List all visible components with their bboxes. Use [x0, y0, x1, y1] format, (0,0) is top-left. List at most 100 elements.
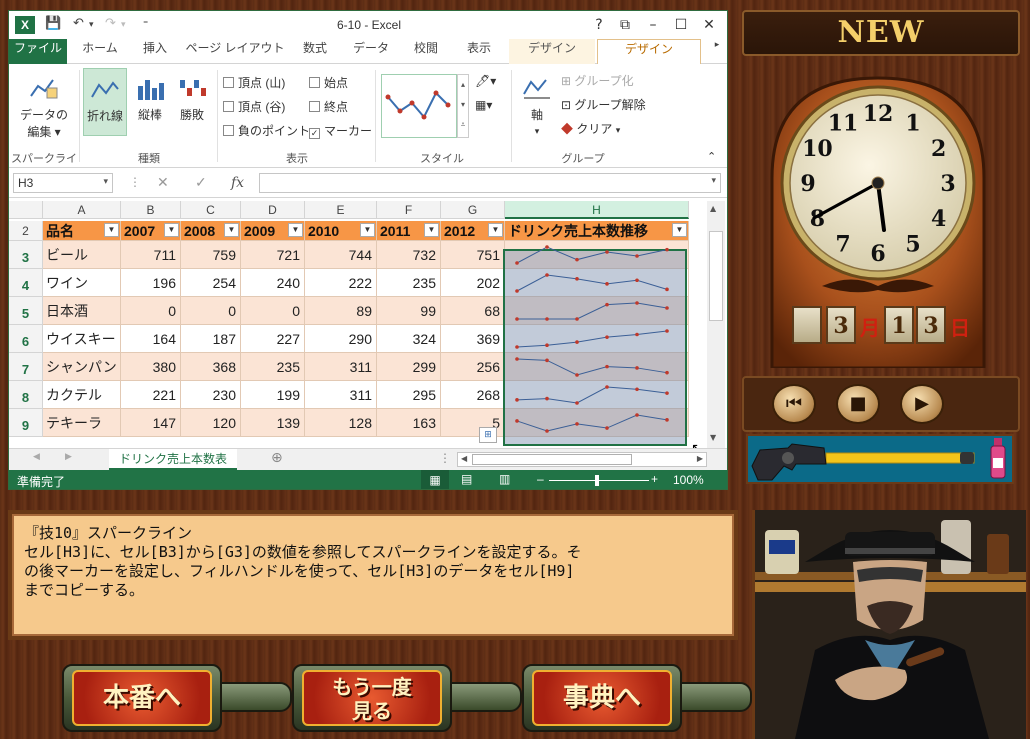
zoom-slider[interactable] [549, 480, 649, 481]
type-line-button[interactable]: 折れ線 [83, 68, 127, 136]
table-cell-value[interactable]: 759 [181, 241, 241, 269]
sparkline-style-gallery[interactable] [381, 74, 457, 138]
filter-dropdown-icon[interactable]: ▼ [360, 223, 375, 237]
scroll-up-icon[interactable]: ▲ [710, 204, 716, 213]
table-cell-value[interactable]: 235 [241, 353, 305, 381]
table-cell-value[interactable]: 380 [121, 353, 181, 381]
retry-button[interactable]: もう一度 見る [292, 660, 522, 736]
gallery-scroll[interactable]: ▴ ▾ ⩡ [457, 74, 469, 138]
name-box-dropdown-icon[interactable]: ▾ [103, 176, 108, 187]
tab-design-2[interactable]: デザイン [597, 39, 701, 65]
table-cell-value[interactable]: 163 [377, 409, 441, 437]
edit-data-button[interactable]: データの 編集 ▾ [17, 74, 71, 140]
stop-button[interactable]: ■ [836, 384, 880, 424]
filter-dropdown-icon[interactable]: ▼ [424, 223, 439, 237]
table-cell-value[interactable]: 324 [377, 325, 441, 353]
page-break-view-icon[interactable]: ▥ [499, 472, 510, 486]
table-cell-value[interactable]: 295 [377, 381, 441, 409]
zoom-out-icon[interactable]: – [537, 472, 544, 486]
row-header[interactable]: 9 [9, 409, 43, 437]
table-cell-value[interactable]: 240 [241, 269, 305, 297]
table-cell-value[interactable]: 369 [441, 325, 505, 353]
column-header-g[interactable]: G [441, 201, 505, 219]
table-cell-value[interactable]: 164 [121, 325, 181, 353]
filter-dropdown-icon[interactable]: ▼ [104, 223, 119, 237]
horizontal-scrollbar[interactable]: ◀ ▶ [457, 452, 707, 467]
column-header-h[interactable]: H [505, 201, 689, 219]
tab-home[interactable]: ホーム [75, 39, 125, 64]
table-cell-value[interactable]: 711 [121, 241, 181, 269]
row-header[interactable]: 8 [9, 381, 43, 409]
table-cell-value[interactable]: 732 [377, 241, 441, 269]
column-header-f[interactable]: F [377, 201, 441, 219]
column-header-d[interactable]: D [241, 201, 305, 219]
table-cell-value[interactable]: 368 [181, 353, 241, 381]
tab-page-layout[interactable]: ページ レイアウト [185, 39, 285, 64]
filter-dropdown-icon[interactable]: ▼ [164, 223, 179, 237]
ungroup-button[interactable]: ⊡ グループ解除 [561, 96, 646, 113]
tab-data[interactable]: データ [345, 39, 397, 64]
table-cell-value[interactable]: 68 [441, 297, 505, 325]
table-cell-value[interactable]: 196 [121, 269, 181, 297]
dictionary-button[interactable]: 事典へ [522, 660, 752, 736]
filter-dropdown-icon[interactable]: ▼ [288, 223, 303, 237]
tab-insert[interactable]: 挿入 [131, 39, 179, 64]
table-cell-value[interactable]: 0 [121, 297, 181, 325]
table-cell-value[interactable]: 751 [441, 241, 505, 269]
vertical-scrollbar[interactable]: ▲ ▼ [707, 201, 725, 448]
table-cell-value[interactable]: 99 [377, 297, 441, 325]
table-cell-value[interactable]: 139 [241, 409, 305, 437]
table-cell-value[interactable]: 120 [181, 409, 241, 437]
table-cell-value[interactable]: 0 [241, 297, 305, 325]
table-cell-name[interactable]: テキーラ [43, 409, 121, 437]
h-scroll-thumb[interactable] [472, 454, 632, 465]
table-cell-value[interactable]: 128 [305, 409, 377, 437]
zoom-level[interactable]: 100% [673, 473, 704, 487]
table-cell-value[interactable]: 230 [181, 381, 241, 409]
table-cell-value[interactable]: 744 [305, 241, 377, 269]
name-box[interactable]: H3 ▾ [13, 173, 113, 193]
negative-point-checkbox[interactable]: 負のポイント [223, 122, 310, 139]
table-cell-value[interactable]: 721 [241, 241, 305, 269]
table-cell-name[interactable]: シャンパン [43, 353, 121, 381]
new-sheet-icon[interactable]: ⊕ [271, 450, 283, 466]
table-cell-value[interactable]: 0 [181, 297, 241, 325]
table-cell-value[interactable]: 227 [241, 325, 305, 353]
group-button[interactable]: ⊞ グループ化 [561, 72, 634, 89]
scroll-right-icon[interactable]: ▶ [697, 454, 703, 463]
table-cell-value[interactable]: 311 [305, 353, 377, 381]
enter-icon[interactable]: ✓ [195, 175, 207, 191]
clear-button[interactable]: ◆ クリア ▾ [561, 120, 620, 137]
tab-review[interactable]: 校閲 [403, 39, 449, 64]
play-button[interactable]: ▶ [900, 384, 944, 424]
table-cell-value[interactable]: 221 [121, 381, 181, 409]
table-cell-value[interactable]: 202 [441, 269, 505, 297]
zoom-slider-thumb[interactable] [595, 475, 599, 486]
table-cell-value[interactable]: 299 [377, 353, 441, 381]
ribbon-display-button[interactable]: ⧉ [613, 14, 637, 36]
filter-dropdown-icon[interactable]: ▼ [224, 223, 239, 237]
sparkline-color-icon[interactable]: 🖊▾ [475, 74, 496, 88]
first-point-checkbox[interactable]: 始点 [309, 74, 348, 91]
row-header[interactable]: 6 [9, 325, 43, 353]
table-cell-value[interactable]: 235 [377, 269, 441, 297]
maximize-button[interactable]: ☐ [669, 14, 693, 36]
select-all-corner[interactable] [9, 201, 43, 219]
production-button[interactable]: 本番へ [62, 660, 292, 736]
filter-dropdown-icon[interactable]: ▼ [672, 223, 687, 237]
column-header-b[interactable]: B [121, 201, 181, 219]
formula-input[interactable]: ▾ [259, 173, 721, 193]
table-cell-value[interactable]: 147 [121, 409, 181, 437]
table-cell-name[interactable]: ビール [43, 241, 121, 269]
marker-checkbox[interactable]: ✓ マーカー [309, 122, 372, 139]
table-cell-name[interactable]: ワイン [43, 269, 121, 297]
marker-color-icon[interactable]: ▦▾ [475, 98, 492, 112]
table-cell-name[interactable]: ウイスキー [43, 325, 121, 353]
minimize-button[interactable]: – [641, 14, 665, 36]
type-column-button[interactable]: 縦棒 [129, 74, 171, 123]
tab-split-icon[interactable]: ⋮ [439, 451, 451, 465]
row-header[interactable]: 2 [9, 221, 43, 241]
formula-expand-icon[interactable]: ▾ [711, 176, 716, 186]
insert-function-icon[interactable]: fx [231, 175, 244, 191]
cancel-icon[interactable]: ✕ [157, 175, 169, 191]
